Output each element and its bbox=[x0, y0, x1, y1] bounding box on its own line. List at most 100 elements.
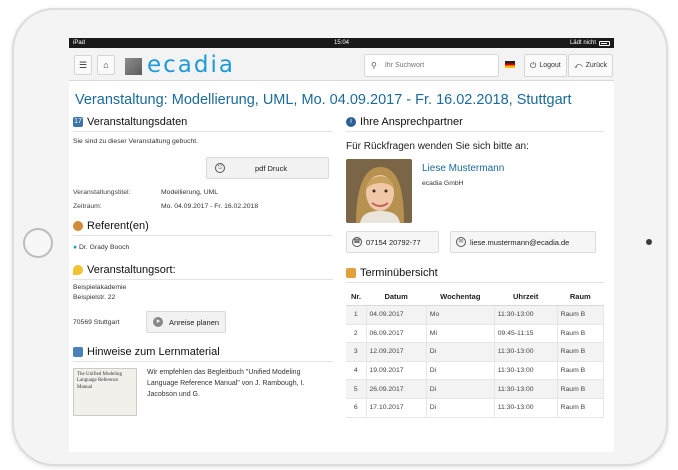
material-heading-label: Hinweise zum Lernmaterial bbox=[87, 346, 220, 358]
column-header-nr: Nr. bbox=[346, 288, 366, 306]
search-box: ⚲ bbox=[364, 54, 499, 77]
schedule-heading-label: Terminübersicht bbox=[360, 267, 438, 279]
front-camera bbox=[646, 239, 652, 245]
material-body: The Unified Modeling Language Reference … bbox=[73, 368, 333, 416]
pdf-print-button[interactable]: ⎋ pdf Druck bbox=[206, 157, 329, 179]
material-section-heading: Hinweise zum Lernmaterial bbox=[73, 346, 333, 362]
field-key: Veranstaltungstitel: bbox=[73, 189, 131, 196]
cell-nr: 4 bbox=[346, 361, 367, 381]
pdf-print-label: pdf Druck bbox=[255, 163, 288, 173]
cell-room: Raum B bbox=[557, 379, 605, 399]
cell-weekday: Di bbox=[426, 398, 495, 418]
email-button[interactable]: ✉ liese.mustermann@ecadia.de bbox=[450, 231, 596, 253]
contact-subheading: Für Rückfragen wenden Sie sich bitte an: bbox=[346, 141, 529, 152]
column-header-weekday: Wochentag bbox=[426, 288, 495, 306]
charging-label: Lädt nicht bbox=[569, 40, 596, 46]
field-value: Modellierung, UML bbox=[161, 189, 219, 196]
book-cover-title: The Unified Modeling Language Reference … bbox=[77, 372, 122, 390]
cell-date: 04.09.2017 bbox=[366, 305, 427, 325]
home-icon: ⌂ bbox=[103, 60, 109, 70]
contact-section-heading: i Ihre Ansprechpartner bbox=[346, 116, 604, 132]
printer-icon: ⎋ bbox=[215, 163, 225, 173]
schedule-section-heading: Terminübersicht bbox=[346, 267, 604, 283]
cell-nr: 1 bbox=[346, 305, 367, 325]
cell-time: 09:45-11:15 bbox=[494, 324, 558, 344]
cell-time: 11:30-13:00 bbox=[494, 305, 558, 325]
cell-date: 17.10.2017 bbox=[366, 398, 427, 418]
venue-city: 70569 Stuttgart bbox=[73, 318, 120, 326]
cell-date: 26.09.2017 bbox=[366, 379, 427, 399]
speakers-heading-label: Referent(en) bbox=[87, 220, 149, 232]
brand-name: ecadia bbox=[147, 52, 235, 78]
phone-button[interactable]: ☎ 07154 20792-77 bbox=[346, 231, 439, 253]
battery-icon bbox=[599, 40, 610, 46]
logout-button[interactable]: ⏻ Logout bbox=[524, 54, 567, 77]
search-icon[interactable]: ⚲ bbox=[371, 61, 377, 70]
column-header-room: Raum bbox=[557, 288, 604, 306]
back-arrow-icon: ⤺ bbox=[574, 60, 583, 70]
menu-icon: ☰ bbox=[78, 60, 88, 70]
status-bar: iPad 15:04 Lädt nicht bbox=[69, 38, 614, 48]
cell-nr: 5 bbox=[346, 379, 367, 399]
venue-heading-label: Veranstaltungsort: bbox=[87, 264, 176, 276]
home-button[interactable] bbox=[23, 228, 53, 258]
cell-room: Raum B bbox=[557, 305, 605, 325]
cell-date: 19.09.2017 bbox=[366, 361, 427, 381]
venue-section-heading: Veranstaltungsort: bbox=[73, 264, 333, 280]
event-heading-label: Veranstaltungsdaten bbox=[87, 116, 188, 128]
contact-actions: ☎ 07154 20792-77 ✉ liese.mustermann@ecad… bbox=[346, 231, 604, 261]
cell-nr: 2 bbox=[346, 324, 367, 344]
column-header-date: Datum bbox=[366, 288, 427, 306]
contact-name[interactable]: Liese Mustermann bbox=[422, 163, 504, 174]
flag-de-icon[interactable] bbox=[505, 61, 515, 68]
contact-details: Liese Mustermann ecadia GmbH bbox=[422, 159, 504, 223]
top-navigation: ☰ ⌂ ecadia ⚲ ⏻ Logout ⤺ Zurück bbox=[69, 48, 614, 81]
cell-time: 11:30-13:00 bbox=[494, 398, 558, 418]
cell-weekday: Mi bbox=[426, 324, 495, 344]
plan-route-button[interactable]: ➤ Anreise planen bbox=[146, 311, 227, 333]
column-header-time: Uhrzeit bbox=[494, 288, 558, 306]
event-fields: Veranstaltungstitel: Modellierung, UML Z… bbox=[73, 189, 333, 210]
menu-button[interactable]: ☰ bbox=[74, 55, 92, 75]
venue-street: Beispielstr. 22 bbox=[73, 294, 116, 301]
venue-city-row: 70569 Stuttgart ➤ Anreise planen bbox=[73, 311, 333, 333]
contact-card: Liese Mustermann ecadia GmbH bbox=[346, 159, 604, 223]
table-row: 1 04.09.2017 Mo 11:30-13:00 Raum B bbox=[346, 305, 605, 325]
back-button[interactable]: ⤺ Zurück bbox=[568, 54, 613, 77]
table-row: 4 19.09.2017 Di 11:30-13:00 Raum B bbox=[346, 361, 605, 381]
page-title: Veranstaltung: Modellierung, UML, Mo. 04… bbox=[75, 92, 572, 108]
cell-room: Raum B bbox=[557, 324, 605, 344]
venue-name: Beispielakademie bbox=[73, 284, 127, 291]
search-input[interactable] bbox=[384, 62, 485, 69]
left-column: 17 Veranstaltungsdaten Sie sind zu diese… bbox=[73, 116, 333, 416]
cell-weekday: Di bbox=[426, 361, 495, 381]
table-row: 5 26.09.2017 Di 11:30-13:00 Raum B bbox=[346, 379, 605, 399]
schedule-header-row: Nr. Datum Wochentag Uhrzeit Raum bbox=[346, 288, 604, 306]
schedule-icon bbox=[346, 268, 356, 278]
info-icon: i bbox=[346, 117, 356, 127]
cell-weekday: Di bbox=[426, 379, 495, 399]
email-label: liese.mustermann@ecadia.de bbox=[470, 237, 570, 247]
schedule-table: Nr. Datum Wochentag Uhrzeit Raum 1 04.09… bbox=[346, 288, 605, 418]
field-key: Zeitraum: bbox=[73, 203, 102, 210]
table-row: 6 17.10.2017 Di 11:30-13:00 Raum B bbox=[346, 398, 605, 418]
phone-icon: ☎ bbox=[352, 237, 362, 247]
cell-nr: 3 bbox=[346, 342, 367, 362]
email-icon: ✉ bbox=[456, 237, 466, 247]
booked-note: Sie sind zu dieser Veranstaltung gebucht… bbox=[73, 138, 199, 145]
cell-date: 12.09.2017 bbox=[366, 342, 427, 362]
speakers-section-heading: Referent(en) bbox=[73, 220, 333, 236]
brand-logo[interactable]: ecadia bbox=[125, 52, 235, 78]
cell-time: 11:30-13:00 bbox=[494, 379, 558, 399]
home-nav-button[interactable]: ⌂ bbox=[97, 55, 115, 75]
cell-nr: 6 bbox=[346, 398, 367, 418]
book-cover-image: The Unified Modeling Language Reference … bbox=[73, 368, 137, 416]
logo-mark-icon bbox=[125, 58, 142, 75]
cell-time: 11:30-13:00 bbox=[494, 361, 558, 381]
cell-room: Raum B bbox=[557, 361, 605, 381]
cell-weekday: Di bbox=[426, 342, 495, 362]
plan-route-label: Anreise planen bbox=[169, 317, 220, 327]
table-row: 3 12.09.2017 Di 11:30-13:00 Raum B bbox=[346, 342, 605, 362]
app-screen: iPad 15:04 Lädt nicht ☰ ⌂ ecadia ⚲ ⏻ Log… bbox=[69, 38, 614, 452]
contact-photo bbox=[346, 159, 412, 223]
